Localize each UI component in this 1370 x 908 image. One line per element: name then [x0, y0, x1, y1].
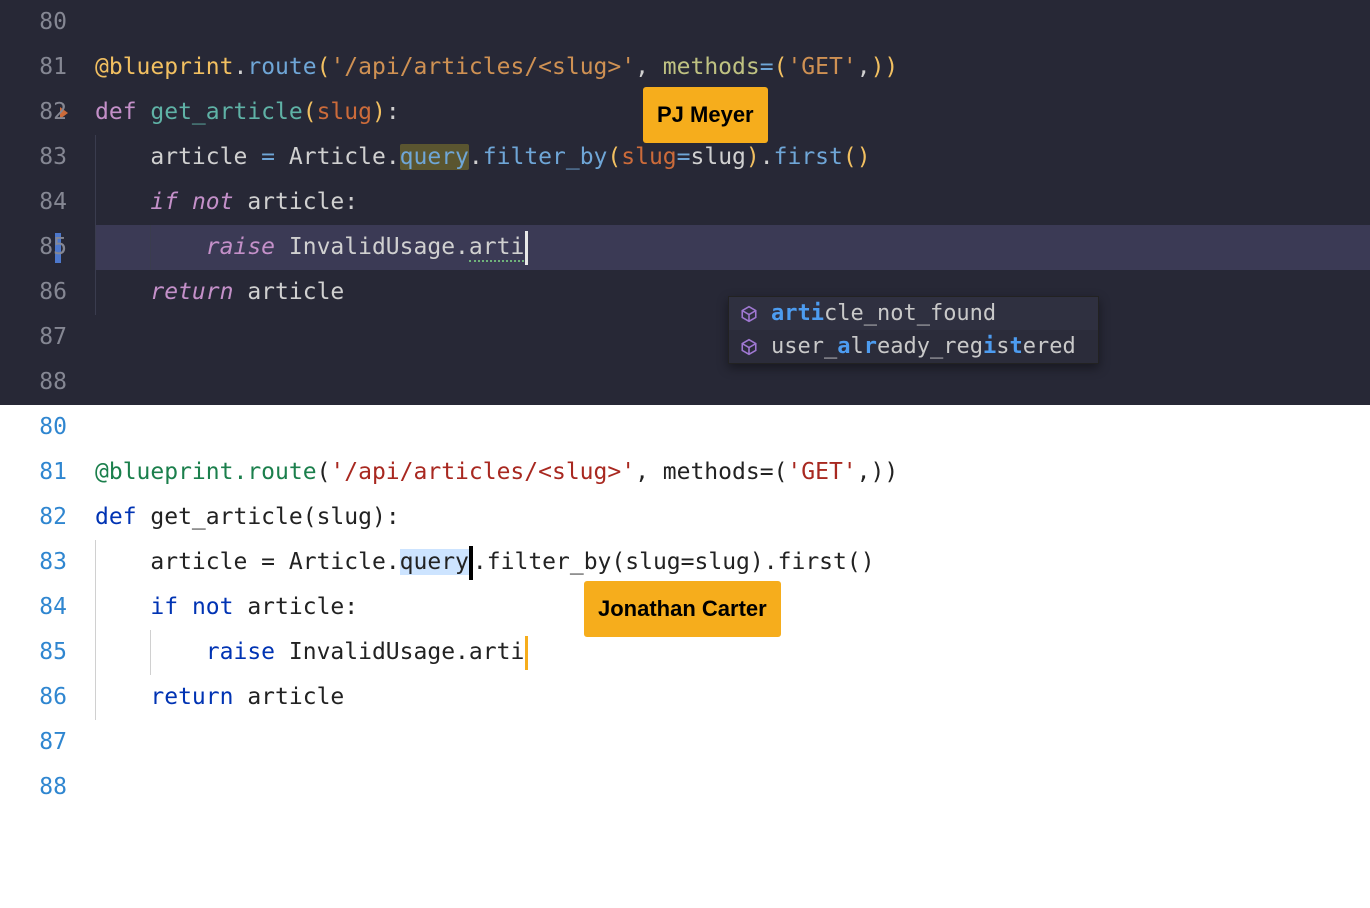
- autocomplete-item[interactable]: article_not_found: [729, 297, 1098, 330]
- line-number: 82: [0, 90, 95, 135]
- line-number: 83: [0, 540, 95, 585]
- remote-selection: query: [400, 144, 469, 170]
- code-line[interactable]: 88: [0, 765, 1370, 810]
- line-number: 80: [0, 405, 95, 450]
- line-number: 80: [0, 0, 95, 45]
- line-number: 84: [0, 180, 95, 225]
- code-content[interactable]: if not article:: [95, 180, 1370, 225]
- symbol-method-icon: [739, 337, 759, 357]
- line-number: 83: [0, 135, 95, 180]
- line-number: 88: [0, 360, 95, 405]
- autocomplete-label: article_not_found: [771, 301, 996, 326]
- collaborator-name-tag[interactable]: Jonathan Carter: [584, 581, 781, 637]
- code-line[interactable]: 81 @blueprint.route('/api/articles/<slug…: [0, 45, 1370, 90]
- line-number: 81: [0, 450, 95, 495]
- code-line[interactable]: 82 def get_article(slug):: [0, 495, 1370, 540]
- line-number: 82: [0, 495, 95, 540]
- code-line[interactable]: 82 def get_article(slug): PJ Meyer: [0, 90, 1370, 135]
- code-line[interactable]: 88: [0, 360, 1370, 405]
- autocomplete-label: user_already_registered: [771, 334, 1076, 359]
- collaborator-name-tag[interactable]: PJ Meyer: [643, 87, 768, 143]
- decorator: @blueprint: [95, 54, 233, 80]
- editor-pane-light[interactable]: 80 81 @blueprint.route('/api/articles/<s…: [0, 405, 1370, 810]
- code-line[interactable]: 86 return article: [0, 270, 1370, 315]
- line-number: 88: [0, 765, 95, 810]
- code-content[interactable]: raise InvalidUsage.arti: [95, 225, 1370, 270]
- remote-selection: query: [400, 549, 469, 575]
- code-line[interactable]: 80: [0, 405, 1370, 450]
- line-number: 85: [0, 225, 95, 270]
- code-line[interactable]: 87: [0, 720, 1370, 765]
- line-number: 81: [0, 45, 95, 90]
- code-line[interactable]: 84 if not article:: [0, 180, 1370, 225]
- line-number: 85: [0, 630, 95, 675]
- line-number: 87: [0, 315, 95, 360]
- code-line[interactable]: 81 @blueprint.route('/api/articles/<slug…: [0, 450, 1370, 495]
- code-line[interactable]: 83 article = Article.query.filter_by(slu…: [0, 540, 1370, 585]
- editor-pane-dark[interactable]: 80 81 @blueprint.route('/api/articles/<s…: [0, 0, 1370, 405]
- line-number: 86: [0, 675, 95, 720]
- remote-cursor: [525, 636, 528, 670]
- line-number: 86: [0, 270, 95, 315]
- code-content[interactable]: @blueprint.route('/api/articles/<slug>',…: [95, 450, 1370, 495]
- code-content[interactable]: def get_article(slug):: [95, 495, 1370, 540]
- code-content[interactable]: return article: [95, 675, 1370, 720]
- code-content[interactable]: @blueprint.route('/api/articles/<slug>',…: [95, 45, 1370, 90]
- code-line[interactable]: 87: [0, 315, 1370, 360]
- text-cursor: [525, 231, 528, 265]
- code-line[interactable]: 86 return article: [0, 675, 1370, 720]
- symbol-method-icon: [739, 304, 759, 324]
- code-line[interactable]: 80: [0, 0, 1370, 45]
- editor-split-view: 80 81 @blueprint.route('/api/articles/<s…: [0, 0, 1370, 810]
- line-number: 84: [0, 585, 95, 630]
- code-line-active[interactable]: 85 raise InvalidUsage.arti: [0, 225, 1370, 270]
- autocomplete-popup[interactable]: article_not_found user_already_registere…: [728, 296, 1099, 364]
- code-content[interactable]: article = Article.query.filter_by(slug=s…: [95, 540, 1370, 585]
- line-number: 87: [0, 720, 95, 765]
- autocomplete-item[interactable]: user_already_registered: [729, 330, 1098, 363]
